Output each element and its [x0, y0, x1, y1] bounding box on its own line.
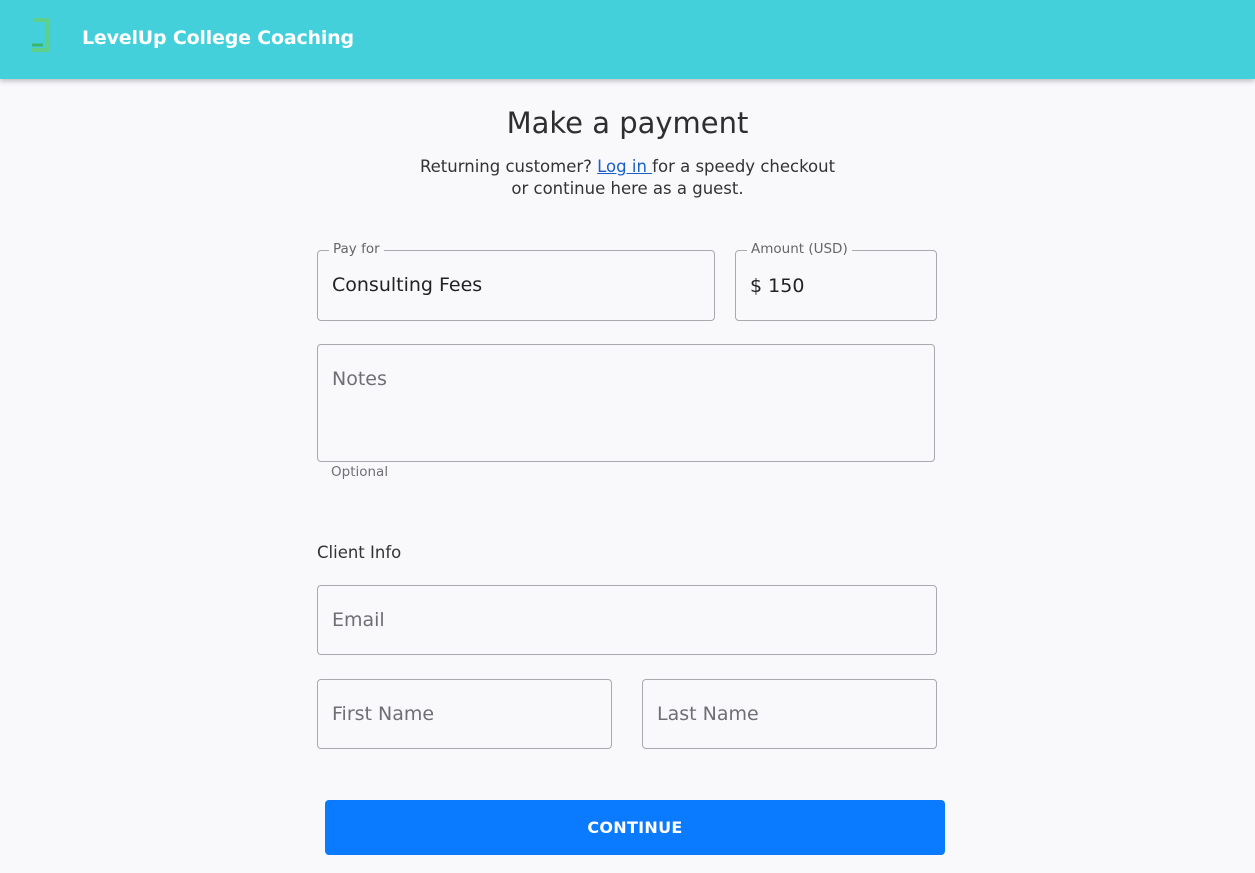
pay-for-select[interactable]: Pay for Consulting Fees	[317, 241, 715, 321]
email-field[interactable]: Email	[317, 585, 937, 655]
page-title: Make a payment	[506, 106, 749, 140]
amount-number: 150	[768, 275, 805, 297]
notes-textarea[interactable]: Notes	[317, 344, 935, 462]
email-placeholder: Email	[332, 609, 385, 631]
guest-text: or continue here as a guest.	[511, 179, 744, 198]
subtitle-suffix: for a speedy checkout	[652, 157, 836, 176]
amount-label: Amount (USD)	[747, 241, 852, 257]
first-name-placeholder: First Name	[332, 703, 435, 725]
top-bar: LevelUp College Coaching	[0, 0, 1255, 79]
notes-helper-text: Optional	[331, 464, 389, 480]
pay-for-label: Pay for	[329, 241, 384, 257]
pay-for-value: Consulting Fees	[332, 274, 483, 296]
returning-customer-text: Returning customer? Log in for a speedy …	[0, 157, 1255, 176]
last-name-placeholder: Last Name	[657, 703, 759, 725]
brand-name[interactable]: LevelUp College Coaching	[82, 27, 354, 49]
currency-symbol: $	[750, 275, 763, 297]
continue-button[interactable]: CONTINUE	[325, 800, 945, 855]
amount-value: $ 150	[750, 275, 804, 297]
bracket-logo-icon	[32, 18, 50, 52]
notes-placeholder: Notes	[332, 368, 387, 390]
subtitle-prefix: Returning customer?	[419, 157, 598, 176]
login-link[interactable]: Log in	[597, 157, 652, 176]
last-name-field[interactable]: Last Name	[642, 679, 937, 749]
amount-field[interactable]: Amount (USD) $ 150	[735, 241, 937, 321]
first-name-field[interactable]: First Name	[317, 679, 612, 749]
client-info-heading: Client Info	[317, 543, 402, 562]
